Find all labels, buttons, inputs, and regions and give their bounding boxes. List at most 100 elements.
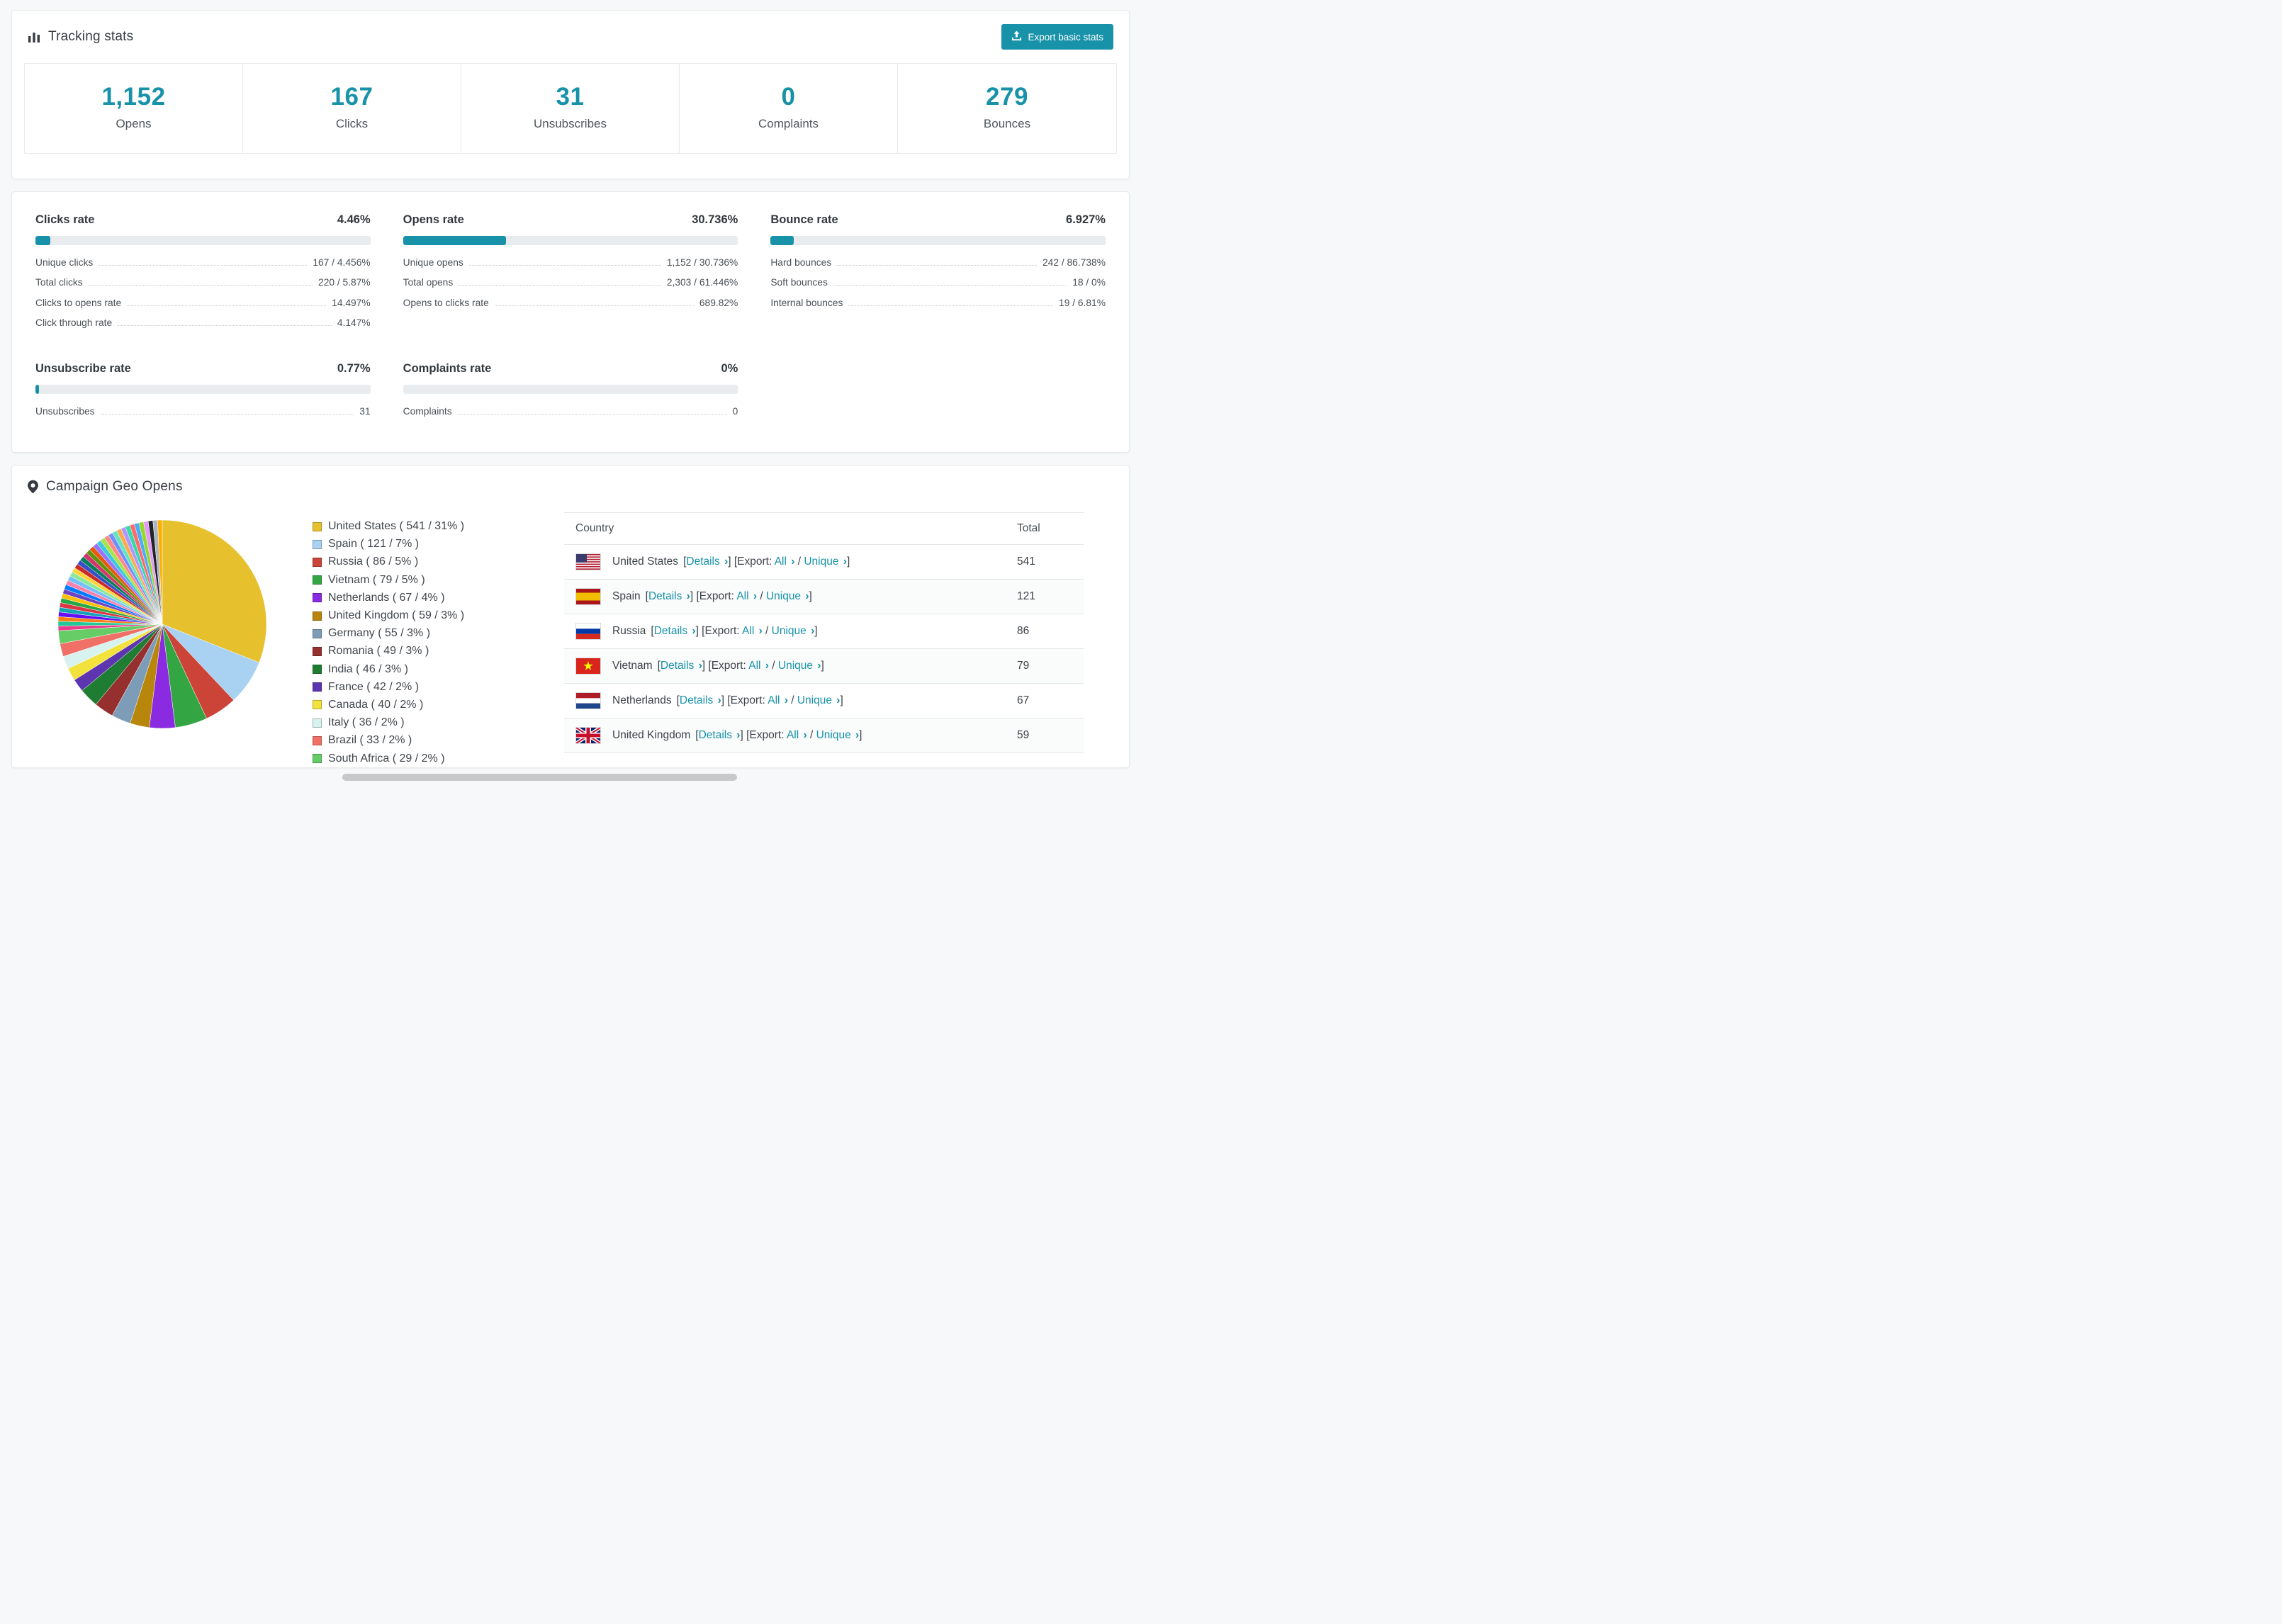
rate-panel: Unsubscribe rate 0.77% Unsubscribes 31 [35,362,371,421]
details-link[interactable]: Details › [661,660,702,672]
details-link[interactable]: Details › [686,556,728,568]
bracket-text: ] [821,659,824,672]
bracket-text: ] [ [721,694,731,706]
details-link[interactable]: Details › [699,729,741,741]
legend-label: South Africa ( 29 / 2% ) [328,752,445,765]
stat-value: 0 [781,83,796,111]
legend-item: Spain ( 121 / 7% ) [313,536,536,553]
horizontal-scrollbar-thumb[interactable] [342,774,737,781]
table-row: United Kingdom [Details ›] [Export: All ›… [564,718,1084,753]
bracket-text: Export: [704,624,743,637]
legend-swatch [313,539,322,549]
legend-label: France ( 42 / 2% ) [328,680,420,693]
table-row: Russia [Details ›] [Export: All › / Uniqu… [564,614,1084,649]
bracket-text: ] [840,694,843,706]
legend-item: France ( 42 / 2% ) [313,678,536,696]
country-cell: Netherlands [Details ›] [Export: All › / … [564,683,1006,718]
legend-item: Vietnam ( 79 / 5% ) [313,571,536,589]
metric-row: Clicks to opens rate 14.497% [35,292,371,312]
legend-swatch [313,575,322,585]
table-row: Vietnam [Details ›] [Export: All › / Uniq… [564,648,1084,684]
stat-label: Complaints [758,117,819,130]
rate-title: Bounce rate [770,213,838,226]
total-cell: 541 [1006,544,1084,580]
rate-detail-rows: Unique clicks 167 / 4.456% Total clicks 220… [35,252,371,332]
metric-label: Soft bounces [770,277,828,288]
details-link[interactable]: Details › [654,625,696,637]
country-cell: Vietnam [Details ›] [Export: All › / Uniq… [564,648,1006,684]
dotted-leader [127,305,327,306]
legend-label: United Kingdom ( 59 / 3% ) [328,609,465,622]
dotted-leader [118,325,332,326]
bracket-text: / [794,555,804,568]
metric-row: Total clicks 220 / 5.87% [35,272,371,293]
legend-label: United States ( 541 / 31% ) [328,520,465,533]
legend-swatch [313,682,322,692]
tracking-stats-title: Tracking stats [28,29,133,45]
geo-card: Campaign Geo Opens United States ( 541 /… [11,464,1130,769]
export-all-link[interactable]: All › [768,694,788,706]
bracket-text: Export: [699,590,737,602]
rate-value: 4.46% [337,213,371,226]
country-cell: United States [Details ›] [Export: All › … [564,544,1006,580]
export-all-link[interactable]: All › [736,590,757,602]
rate-value: 30.736% [692,213,738,226]
bar-chart-icon [28,30,40,43]
country-name: Spain [612,590,641,602]
geo-table-wrap: Country Total United States [Details ›] [… [564,512,1084,756]
metric-label: Unsubscribes [35,405,95,417]
export-all-link[interactable]: All › [748,660,769,672]
export-icon [1011,30,1022,43]
details-link[interactable]: Details › [680,694,721,706]
export-unique-link[interactable]: Unique › [816,729,860,741]
bracket-text: ] [ [695,624,705,637]
metric-row: Opens to clicks rate 689.82% [403,292,738,312]
chevron-right-icon: › [750,590,758,602]
export-unique-link[interactable]: Unique › [778,660,821,672]
export-basic-stats-button[interactable]: Export basic stats [1001,24,1113,50]
chevron-right-icon: › [852,728,860,741]
table-row: Germany[Details ›] [Export: All › / Uniq… [564,752,1084,756]
metric-label: Total opens [403,277,454,288]
chevron-right-icon: › [714,694,721,706]
export-all-link[interactable]: All › [787,729,807,741]
details-link[interactable]: Details › [648,590,690,602]
chevron-right-icon: › [781,694,788,706]
page: Tracking stats Export basic stats 1,152 O… [0,0,1141,778]
metric-value: 242 / 86.738% [1042,256,1106,268]
progress-bar [770,236,1106,245]
export-all-link[interactable]: All › [775,556,795,568]
country-name: United Kingdom [612,728,691,741]
country-cell: Russia [Details ›] [Export: All › / Uniqu… [564,614,1006,649]
metric-value: 18 / 0% [1072,277,1106,288]
stats-row: 1,152 Opens 167 Clicks 31 Unsubscribes 0 Compla… [24,63,1117,154]
export-unique-link[interactable]: Unique › [772,625,815,637]
metric-label: Unique clicks [35,256,94,268]
rate-panel-header: Opens rate 30.736% [403,213,738,227]
country-name: Vietnam [612,659,653,672]
dotted-leader [468,264,661,266]
total-cell: 67 [1006,683,1084,718]
bracket-text: ] [846,555,850,568]
bracket-text: Export: [749,728,787,741]
export-unique-link[interactable]: Unique › [797,694,841,706]
bracket-text: ] [809,590,812,602]
stat-cell: 31 Unsubscribes [461,64,680,153]
geo-table-header-total: Total [1006,512,1084,545]
legend-label: Germany ( 55 / 3% ) [328,627,431,640]
rate-panel: Opens rate 30.736% Unique opens 1,152 / 30.… [403,213,738,332]
bracket-text: ] [ [690,590,699,602]
dotted-leader [837,264,1037,266]
legend-swatch [313,718,322,728]
export-button-label: Export basic stats [1028,31,1103,43]
legend-swatch [313,628,322,638]
legend-label: Canada ( 40 / 2% ) [328,698,424,711]
metric-value: 0 [732,405,738,417]
progress-bar [35,236,371,245]
total-cell: 55 [1006,752,1084,756]
export-all-link[interactable]: All › [742,625,763,637]
rate-panel-header: Bounce rate 6.927% [770,213,1106,227]
export-unique-link[interactable]: Unique › [766,590,809,602]
export-unique-link[interactable]: Unique › [804,556,847,568]
metric-row: Click through rate 4.147% [35,312,371,333]
